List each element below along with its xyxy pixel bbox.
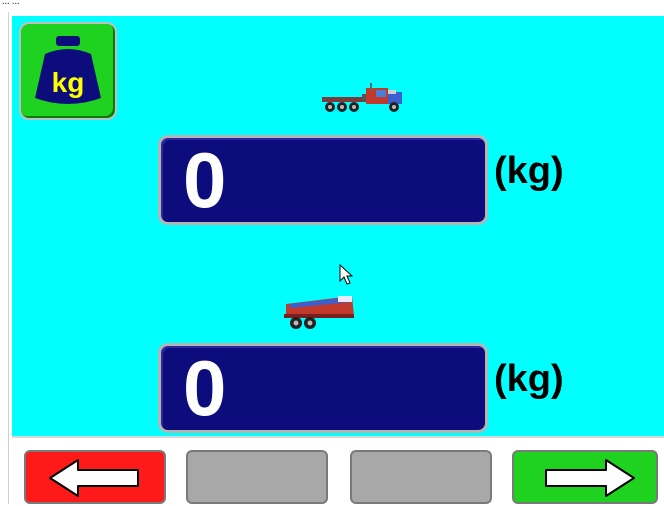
blank-button-right[interactable]	[350, 450, 492, 504]
blank-button-left[interactable]	[186, 450, 328, 504]
front-weight-display: 0	[158, 135, 488, 225]
weight-unit-button[interactable]: kg	[19, 22, 117, 120]
rear-weight-value: 0	[183, 344, 227, 432]
front-weight-unit: (kg)	[494, 150, 564, 192]
front-weight-value: 0	[183, 136, 227, 224]
trailer-icon	[284, 296, 354, 329]
rear-weight-unit: (kg)	[494, 358, 564, 400]
forward-button[interactable]	[512, 450, 658, 504]
mouse-cursor-icon	[339, 263, 354, 285]
arrow-left-icon	[49, 459, 139, 497]
window-top-strip: ... ...	[0, 0, 664, 12]
arrow-right-icon	[545, 459, 635, 497]
back-button[interactable]	[24, 450, 166, 504]
weight-kg-icon: kg	[35, 36, 101, 104]
rear-weight-display: 0	[158, 343, 488, 433]
weight-label: kg	[52, 67, 85, 98]
window-top-text: ... ...	[2, 0, 20, 7]
tractor-truck-icon	[322, 83, 402, 112]
